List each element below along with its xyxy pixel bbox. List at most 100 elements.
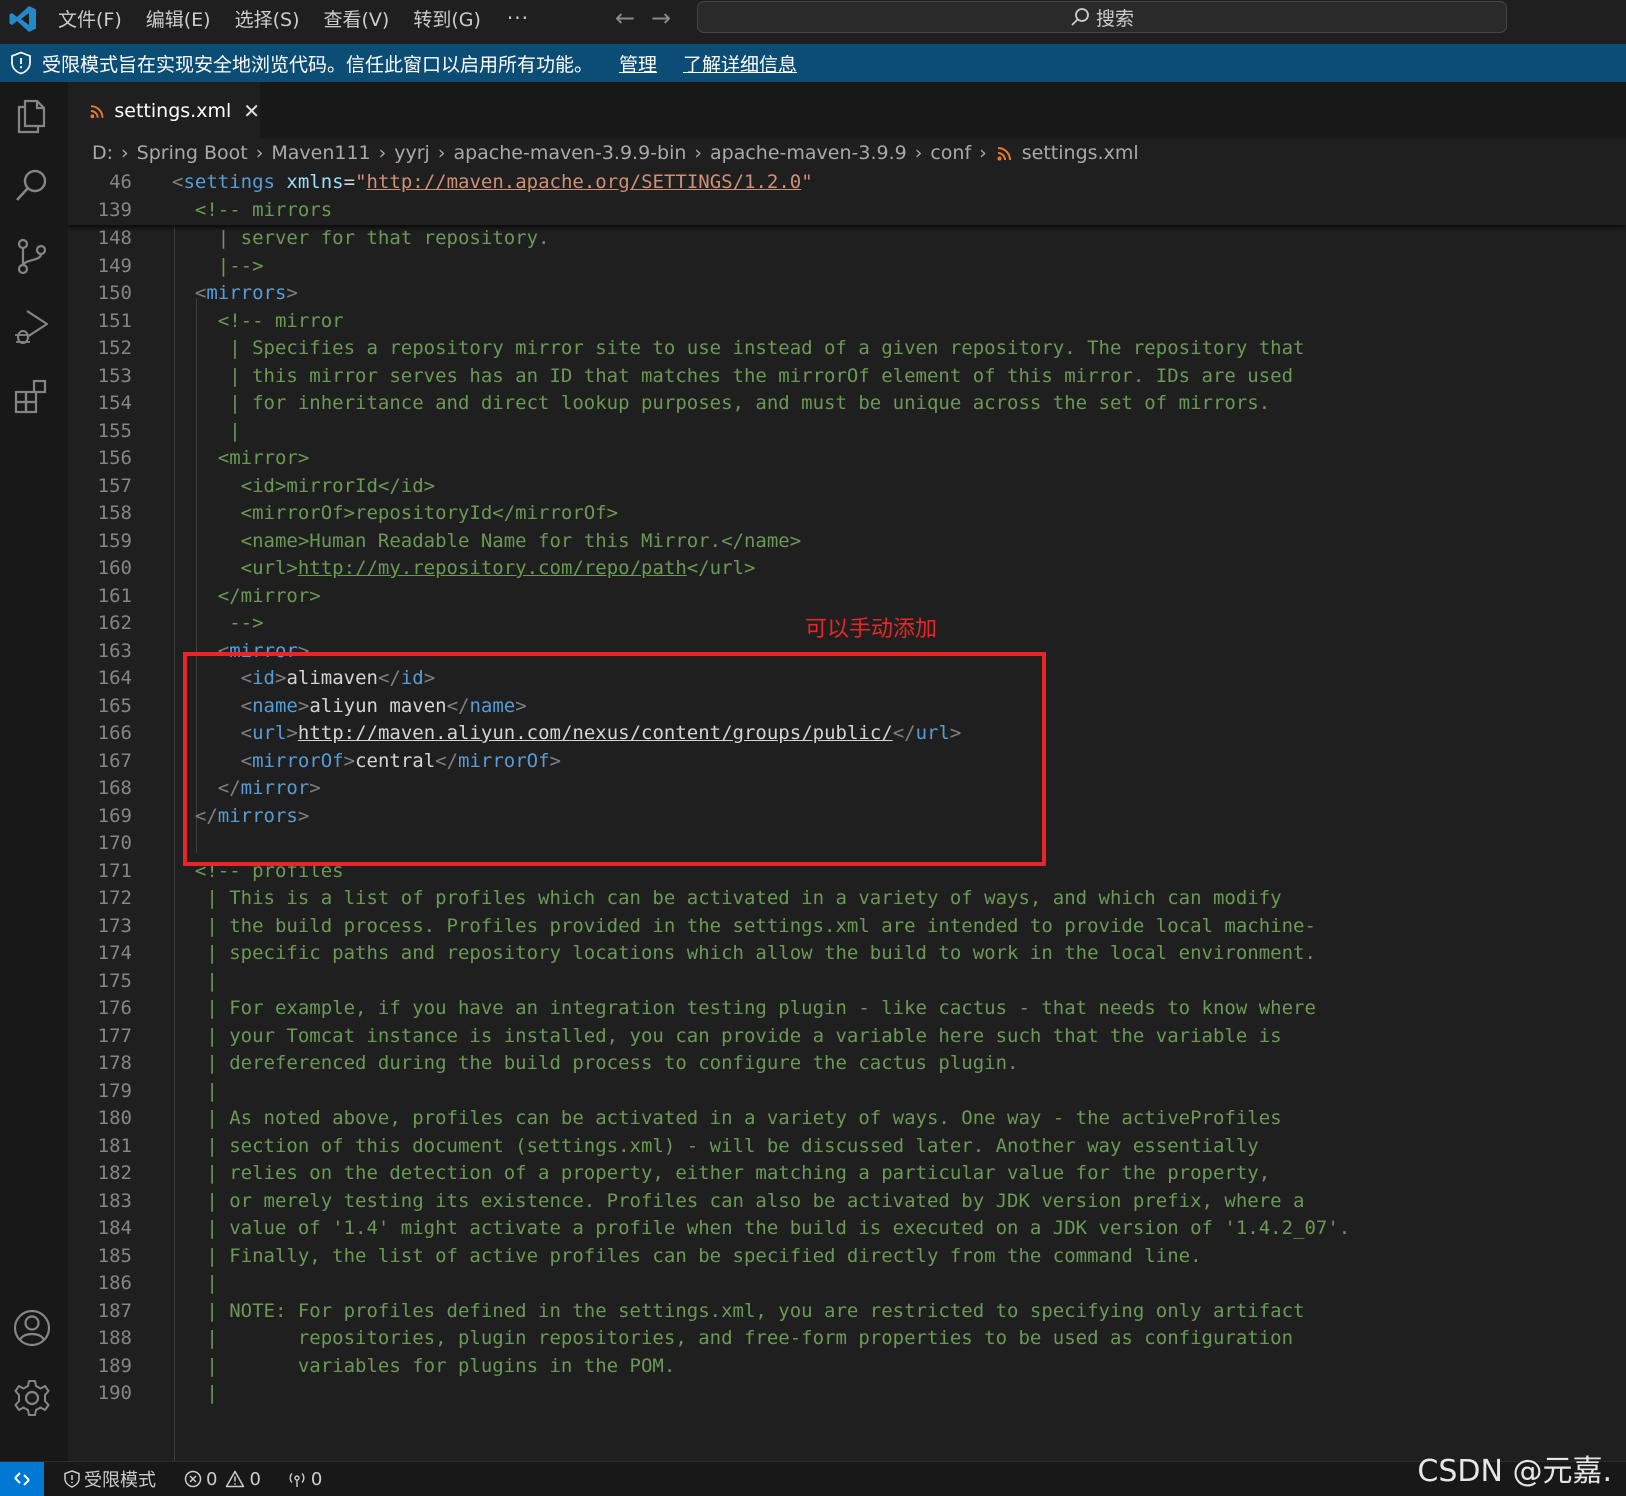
line-code: <settings xmlns="http://maven.apache.org… <box>172 168 813 197</box>
code-token: http://my.repository.com/repo/path <box>297 557 687 579</box>
code-token: | <box>172 969 218 992</box>
breadcrumb-maven[interactable]: apache-maven-3.9.9 <box>710 142 907 164</box>
menu-view[interactable]: 查看(V) <box>324 5 390 32</box>
breadcrumb-maven-bin[interactable]: apache-maven-3.9.9-bin <box>453 142 686 164</box>
broadcast-icon <box>289 1473 305 1487</box>
line-code: <name>Human Readable Name for this Mirro… <box>172 527 802 556</box>
chevron-right-icon: › <box>914 142 923 164</box>
annotation-label: 可以手动添加 <box>805 617 938 642</box>
settings-gear-icon[interactable] <box>12 1378 52 1418</box>
line-number: 153 <box>97 364 132 387</box>
warning-icon <box>226 1470 245 1488</box>
menu-edit[interactable]: 编辑(E) <box>146 5 211 32</box>
code-token: | this mirror serves has an ID that matc… <box>172 364 1294 387</box>
line-number: 186 <box>97 1272 132 1294</box>
line-number: 46 <box>109 171 132 193</box>
csdn-watermark: CSDN @元嘉. <box>1417 1454 1612 1489</box>
line-code: | relies on the detection of a property,… <box>172 1159 1270 1188</box>
vscode-logo <box>9 6 36 32</box>
line-number: 185 <box>97 1244 132 1267</box>
back-arrow-icon[interactable]: ← <box>615 4 635 32</box>
line-code: | your Tomcat instance is installed, you… <box>172 1022 1281 1051</box>
extensions-icon[interactable] <box>12 376 52 416</box>
shield-icon <box>11 51 31 75</box>
code-token: | <box>172 419 241 442</box>
code-token: <!-- mirror <box>172 309 344 332</box>
manage-link[interactable]: 管理 <box>619 50 657 77</box>
chevron-right-icon: › <box>255 142 264 164</box>
chevron-right-icon: › <box>979 142 987 164</box>
code-token: | section of this document (settings.xml… <box>172 1134 1259 1157</box>
code-token: <id>mirrorId</id> <box>172 474 436 497</box>
search-icon <box>1071 8 1089 26</box>
line-number: 149 <box>97 254 132 277</box>
forward-arrow-icon[interactable]: → <box>651 4 671 32</box>
line-code: | server for that repository. <box>172 224 550 253</box>
breadcrumb-spring-boot[interactable]: Spring Boot <box>137 142 248 164</box>
ports-count: 0 <box>310 1468 323 1490</box>
line-code: | or merely testing its existence. Profi… <box>172 1187 1304 1216</box>
code-token: | As noted above, profiles can be activa… <box>172 1107 1282 1129</box>
code-token: </url> <box>686 557 756 579</box>
close-icon[interactable]: ✕ <box>243 99 260 123</box>
search-icon[interactable] <box>12 166 52 206</box>
code-token: = <box>343 171 356 193</box>
more-menu-button[interactable]: ··· <box>507 6 529 30</box>
line-number: 139 <box>97 199 132 221</box>
breadcrumb-maven111[interactable]: Maven111 <box>271 142 370 164</box>
line-number: 178 <box>97 1052 132 1074</box>
menu-go[interactable]: 转到(G) <box>413 5 481 32</box>
remote-indicator[interactable] <box>0 1462 44 1496</box>
code-token: < <box>194 282 207 304</box>
line-number: 180 <box>97 1107 132 1129</box>
line-code: | repositories, plugin repositories, and… <box>172 1324 1293 1353</box>
account-icon[interactable] <box>12 1308 52 1348</box>
code-token: | specific paths and repository location… <box>172 942 1316 964</box>
breadcrumb-conf[interactable]: conf <box>930 142 971 164</box>
chevron-right-icon: › <box>437 142 446 164</box>
problems-status[interactable]: 0 0 <box>184 1469 261 1490</box>
line-number: 163 <box>97 639 132 662</box>
code-token: | <box>172 1079 218 1102</box>
code-token: | variables for plugins in the POM. <box>172 1354 676 1377</box>
source-control-icon[interactable] <box>12 236 52 276</box>
breadcrumb-yyrj[interactable]: yyrj <box>394 142 430 164</box>
line-code: | For example, if you have an integratio… <box>172 994 1316 1023</box>
line-number: 155 <box>97 419 132 442</box>
tab-settings-xml[interactable]: settings.xml ✕ <box>68 82 260 139</box>
annotation-highlight-box <box>183 652 1046 866</box>
line-code: | variables for plugins in the POM. <box>172 1352 675 1381</box>
explorer-icon[interactable] <box>12 96 52 136</box>
breadcrumb-drive[interactable]: D: <box>92 142 113 164</box>
line-number: 172 <box>97 887 132 909</box>
line-number: 164 <box>97 667 132 689</box>
code-token: | <box>172 1382 218 1404</box>
menu-file[interactable]: 文件(F) <box>58 5 122 32</box>
line-number: 190 <box>97 1382 132 1404</box>
line-number: 177 <box>97 1024 132 1047</box>
run-debug-icon[interactable] <box>12 306 52 346</box>
breadcrumb-file[interactable]: settings.xml <box>1022 142 1139 164</box>
ports-status[interactable]: 0 <box>287 1469 322 1490</box>
code-token: <name>Human Readable Name for this Mirro… <box>172 529 802 552</box>
line-number: 168 <box>97 777 132 799</box>
restricted-mode-status[interactable]: 受限模式 <box>64 1466 156 1492</box>
line-number: 150 <box>97 282 132 304</box>
line-number: 169 <box>97 804 132 827</box>
line-number: 176 <box>97 997 132 1019</box>
line-code: | <box>172 1269 217 1298</box>
restricted-mode-banner: 受限模式旨在实现安全地浏览代码。信任此窗口以启用所有功能。 管理 了解详细信息 <box>0 44 1626 82</box>
learn-more-link[interactable]: 了解详细信息 <box>683 50 797 77</box>
command-center-search[interactable]: 搜索 <box>697 1 1507 33</box>
line-number: 188 <box>97 1327 132 1349</box>
title-bar: 文件(F) 编辑(E) 选择(S) 查看(V) 转到(G) ··· ← → 搜索 <box>0 0 1626 40</box>
menu-selection[interactable]: 选择(S) <box>235 5 300 32</box>
line-number: 156 <box>97 447 132 469</box>
line-code: | section of this document (settings.xml… <box>172 1132 1259 1161</box>
sticky-scroll-header[interactable]: 46 <settings xmlns="http://maven.apache.o… <box>68 168 1626 225</box>
chevron-right-icon: › <box>694 142 703 164</box>
code-token: " <box>801 171 813 193</box>
code-token: <mirror> <box>172 447 310 469</box>
line-code: | <box>172 1077 218 1106</box>
